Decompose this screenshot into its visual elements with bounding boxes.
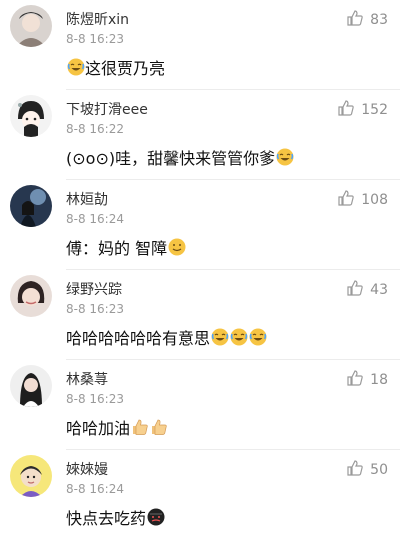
like-count: 43 xyxy=(370,282,388,298)
comment-item: 下坡打滑eee 8-8 16:22 (⊙o⊙)哇，甜馨快来管管你爹 152 xyxy=(0,90,400,180)
avatar[interactable] xyxy=(10,95,52,137)
comment-author[interactable]: 绿野兴踪 xyxy=(66,279,122,299)
avatar[interactable] xyxy=(10,455,52,497)
thumbs-up-icon xyxy=(337,99,355,121)
laugh-cry-emoji xyxy=(230,328,248,346)
comment-text-content: 哈哈加油 xyxy=(66,419,131,438)
comment-item: 林姮劼 8-8 16:24 傅：妈的 智障 108 xyxy=(0,180,400,270)
like-button[interactable]: 83 xyxy=(346,9,388,31)
comment-text-content: (⊙o⊙)哇，甜馨快来管管你爹 xyxy=(66,149,276,168)
like-count: 50 xyxy=(370,462,388,478)
like-button[interactable]: 43 xyxy=(346,279,388,301)
like-count: 83 xyxy=(370,12,388,28)
comment-item: 陈煜昕xin 8-8 16:23 这很贾乃亮 83 xyxy=(0,0,400,90)
comment-text: 哈哈哈哈哈哈有意思 xyxy=(66,325,267,349)
comment-author[interactable]: 林桑荨 xyxy=(66,369,108,389)
laugh-cry-emoji xyxy=(276,148,294,166)
laugh-cry-emoji xyxy=(211,328,229,346)
comment-timestamp: 8-8 16:24 xyxy=(66,482,124,496)
thumbs-up-emoji xyxy=(131,418,149,436)
comment-timestamp: 8-8 16:23 xyxy=(66,302,124,316)
comment-item: 婡婡嫚 8-8 16:24 快点去吃药 50 xyxy=(0,450,400,540)
comment-item: 林桑荨 8-8 16:23 哈哈加油 18 xyxy=(0,360,400,450)
thumbs-up-icon xyxy=(346,459,364,481)
laugh-cry-emoji xyxy=(249,328,267,346)
laugh-cry-emoji xyxy=(67,58,85,76)
comment-list: 陈煜昕xin 8-8 16:23 这很贾乃亮 83 下坡打滑eee 8-8 16… xyxy=(0,0,400,540)
comment-text: 傅：妈的 智障 xyxy=(66,235,186,259)
avatar[interactable] xyxy=(10,365,52,407)
comment-text-content: 哈哈哈哈哈哈有意思 xyxy=(66,329,211,348)
comment-text: 哈哈加油 xyxy=(66,415,168,439)
like-count: 108 xyxy=(361,192,388,208)
angry-emoji xyxy=(147,508,165,526)
like-count: 18 xyxy=(370,372,388,388)
avatar[interactable] xyxy=(10,275,52,317)
comment-author[interactable]: 陈煜昕xin xyxy=(66,9,129,29)
thumbs-up-emoji xyxy=(150,418,168,436)
comment-timestamp: 8-8 16:23 xyxy=(66,32,124,46)
comment-text-content: 傅：妈的 智障 xyxy=(66,239,168,258)
avatar[interactable] xyxy=(10,5,52,47)
comment-text-content: 快点去吃药 xyxy=(66,509,147,528)
comment-text: 这很贾乃亮 xyxy=(66,55,165,79)
like-button[interactable]: 108 xyxy=(337,189,388,211)
avatar[interactable] xyxy=(10,185,52,227)
comment-author[interactable]: 林姮劼 xyxy=(66,189,108,209)
like-count: 152 xyxy=(361,102,388,118)
comment-timestamp: 8-8 16:23 xyxy=(66,392,124,406)
like-button[interactable]: 50 xyxy=(346,459,388,481)
comment-timestamp: 8-8 16:22 xyxy=(66,122,124,136)
comment-text: (⊙o⊙)哇，甜馨快来管管你爹 xyxy=(66,145,294,169)
comment-author[interactable]: 婡婡嫚 xyxy=(66,459,108,479)
smile-emoji xyxy=(168,238,186,256)
comment-timestamp: 8-8 16:24 xyxy=(66,212,124,226)
thumbs-up-icon xyxy=(346,279,364,301)
comment-item: 绿野兴踪 8-8 16:23 哈哈哈哈哈哈有意思 43 xyxy=(0,270,400,360)
comment-text: 快点去吃药 xyxy=(66,505,165,529)
comment-author[interactable]: 下坡打滑eee xyxy=(66,99,148,119)
like-button[interactable]: 18 xyxy=(346,369,388,391)
comment-text-content: 这很贾乃亮 xyxy=(85,59,166,78)
thumbs-up-icon xyxy=(346,369,364,391)
thumbs-up-icon xyxy=(337,189,355,211)
thumbs-up-icon xyxy=(346,9,364,31)
like-button[interactable]: 152 xyxy=(337,99,388,121)
